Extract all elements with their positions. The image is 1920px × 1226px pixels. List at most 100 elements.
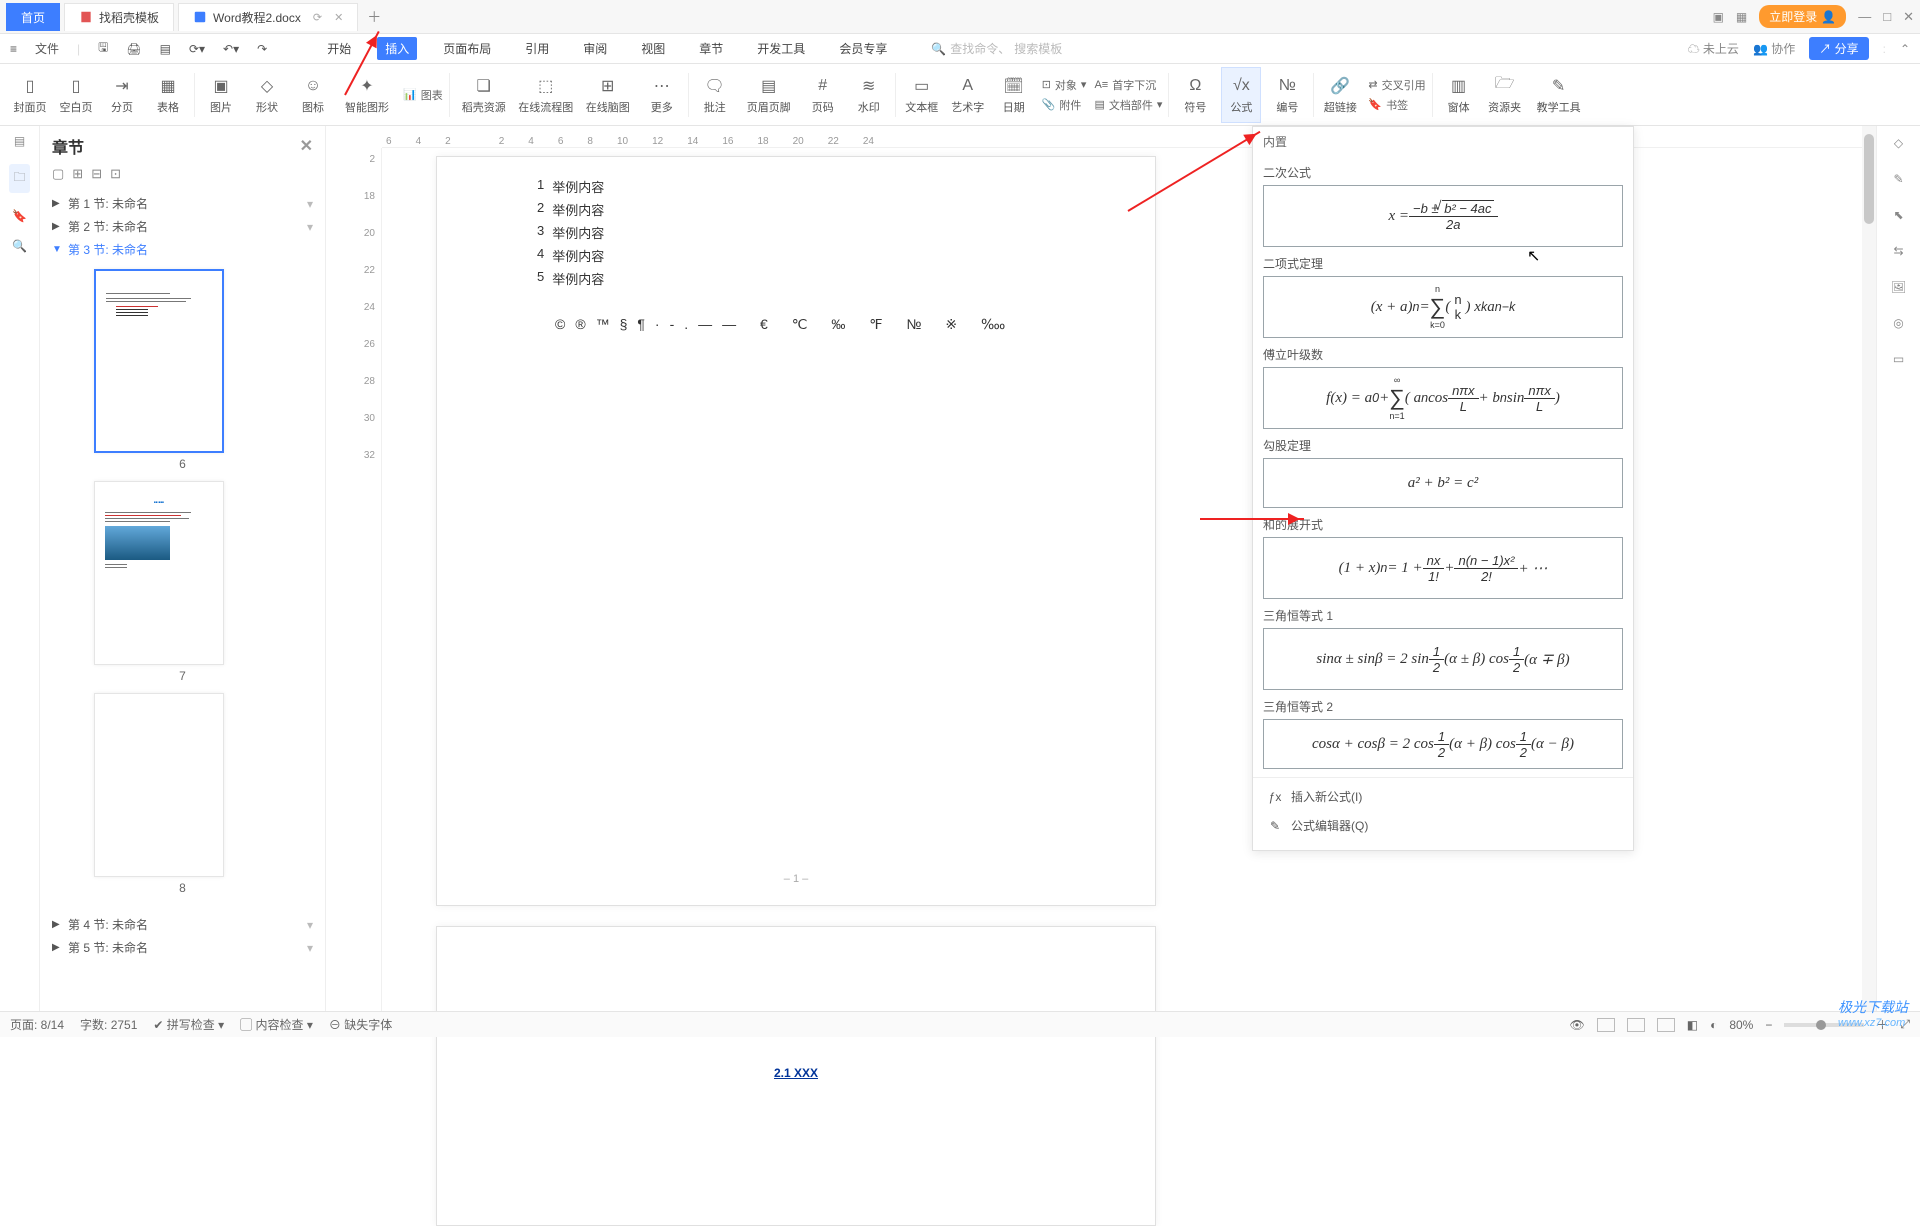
rstrip-pic-icon[interactable]: 🖼 xyxy=(1891,280,1906,294)
section-item-4[interactable]: ▶第 4 节: 未命名▾ xyxy=(40,913,325,936)
tool-mind[interactable]: ⊞在线脑图 xyxy=(580,67,636,123)
tool-comment[interactable]: 🗨批注 xyxy=(695,67,735,123)
tool-picture[interactable]: ▣图片 xyxy=(201,67,241,123)
login-button[interactable]: 立即登录 👤 xyxy=(1759,5,1846,28)
collapse-ribbon-icon[interactable]: ⌃ xyxy=(1900,42,1910,56)
eq-item-trig2[interactable]: cosα + cosβ = 2 cos12(α + β) cos12(α − β… xyxy=(1263,719,1623,769)
tool-artword[interactable]: A艺术字 xyxy=(948,67,988,123)
tab-home[interactable]: 首页 xyxy=(6,3,60,31)
status-font[interactable]: ⊖ 缺失字体 xyxy=(329,1016,392,1033)
tool-number[interactable]: №编号 xyxy=(1267,67,1307,123)
tool-flow[interactable]: ⬚在线流程图 xyxy=(518,67,574,123)
lstrip-folder-icon[interactable]: 🗀 xyxy=(9,164,29,193)
print-icon[interactable]: 🖨 xyxy=(126,42,141,56)
tool-header[interactable]: ▤页眉页脚 xyxy=(741,67,797,123)
page-canvas-1[interactable]: 1举例内容 2举例内容 3举例内容 4举例内容 5举例内容 ©®™§¶·-.——… xyxy=(436,156,1156,906)
tab-close-icon[interactable]: ✕ xyxy=(334,11,343,24)
section-item-2[interactable]: ▶第 2 节: 未命名▾ xyxy=(40,215,325,238)
tool-window[interactable]: ▥窗体 xyxy=(1439,67,1479,123)
tab-template[interactable]: 找稻壳模板 xyxy=(64,3,174,31)
page-thumb-7[interactable]: ■■ ■■■ xyxy=(94,481,224,665)
rtab-vip[interactable]: 会员专享 xyxy=(831,37,895,60)
page-canvas-2[interactable]: 第二节 XXXX 2.1 XXX xyxy=(436,926,1156,1226)
tool-icon[interactable]: ☺图标 xyxy=(293,67,333,123)
tool-xref[interactable]: ⇄交叉引用 xyxy=(1368,77,1425,93)
rtab-layout[interactable]: 页面布局 xyxy=(435,37,499,60)
refresh-icon[interactable]: ⟳▾ xyxy=(189,42,205,56)
eq-item-quadratic[interactable]: x = −b ± b² − 4ac2a xyxy=(1263,185,1623,247)
sb-op3-icon[interactable]: ⊟ xyxy=(91,166,102,182)
rstrip-pin-icon[interactable]: ◎ xyxy=(1893,316,1903,330)
grid1-icon[interactable]: ▣ xyxy=(1713,10,1724,24)
view-print-icon[interactable] xyxy=(1597,1018,1615,1032)
tool-shape[interactable]: ◇形状 xyxy=(247,67,287,123)
menu-icon[interactable]: ≡ xyxy=(10,42,17,56)
page-thumb-8[interactable] xyxy=(94,693,224,877)
sidebar-close-icon[interactable]: ✕ xyxy=(300,136,313,156)
page-thumb-6[interactable] xyxy=(94,269,224,453)
section-item-1[interactable]: ▶第 1 节: 未命名▾ xyxy=(40,192,325,215)
rstrip-book-icon[interactable]: ▭ xyxy=(1893,352,1904,366)
status-spell[interactable]: ✔ 拼写检查 ▾ xyxy=(153,1016,224,1033)
rstrip-settings-icon[interactable]: ⇆ xyxy=(1893,244,1903,258)
tool-chart[interactable]: 📊图表 xyxy=(403,87,443,103)
tool-object[interactable]: ⊡对象▾ xyxy=(1042,77,1087,93)
tool-hyperlink[interactable]: 🔗超链接 xyxy=(1320,67,1360,123)
rtab-insert[interactable]: 插入 xyxy=(377,37,417,60)
tab-doc[interactable]: Word教程2.docx ⟳ ✕ xyxy=(178,3,358,31)
view-read-icon[interactable] xyxy=(1627,1018,1645,1032)
close-button[interactable]: ✕ xyxy=(1903,9,1914,25)
grid2-icon[interactable]: ▦ xyxy=(1736,10,1747,24)
eye-icon[interactable]: 👁 xyxy=(1570,1018,1585,1032)
status-check[interactable]: ▢ 内容检查 ▾ xyxy=(240,1016,313,1033)
rtab-dev[interactable]: 开发工具 xyxy=(749,37,813,60)
focus-icon[interactable]: ◧ xyxy=(1687,1018,1698,1032)
section-item-5[interactable]: ▶第 5 节: 未命名▾ xyxy=(40,936,325,959)
lstrip-search-icon[interactable]: 🔍 xyxy=(12,239,27,253)
view-web-icon[interactable] xyxy=(1657,1018,1675,1032)
tool-cover[interactable]: ▯封面页 xyxy=(10,67,50,123)
sb-op2-icon[interactable]: ⊞ xyxy=(72,166,83,182)
tool-blank[interactable]: ▯空白页 xyxy=(56,67,96,123)
coop-button[interactable]: 👥 协作 xyxy=(1753,40,1795,57)
tool-docpart[interactable]: ▤文档部件▾ xyxy=(1094,97,1162,113)
eq-item-fourier[interactable]: f(x) = a0 + ∞∑n=1 ( an cosnπxL + bn sinn… xyxy=(1263,367,1623,429)
tool-more[interactable]: ⋯更多 xyxy=(642,67,682,123)
rtab-review[interactable]: 审阅 xyxy=(575,37,615,60)
scrollbar-vertical[interactable] xyxy=(1862,126,1876,1011)
sb-op1-icon[interactable]: ▢ xyxy=(52,166,64,182)
section-item-3[interactable]: ▼第 3 节: 未命名 xyxy=(40,238,325,261)
add-tab-button[interactable]: ＋ xyxy=(362,7,386,27)
tool-date[interactable]: 🗓日期 xyxy=(994,67,1034,123)
ruler-horizontal[interactable]: 64224681012141618202224 xyxy=(382,126,1876,148)
tool-attach[interactable]: 📎附件 xyxy=(1042,97,1087,113)
tool-bookmark[interactable]: 🔖书签 xyxy=(1368,97,1425,113)
rtab-view[interactable]: 视图 xyxy=(633,37,673,60)
status-words[interactable]: 字数: 2751 xyxy=(80,1016,137,1033)
zoom-value[interactable]: 80% xyxy=(1729,1018,1753,1032)
eq-item-trig1[interactable]: sinα ± sinβ = 2 sin12(α ± β) cos12(α ∓ β… xyxy=(1263,628,1623,690)
cloud-status[interactable]: ☁ 未上云 xyxy=(1688,40,1739,57)
sb-op4-icon[interactable]: ⊡ xyxy=(110,166,121,182)
save-icon[interactable]: 🖫 xyxy=(98,38,108,59)
tool-dropcap[interactable]: A≡首字下沉 xyxy=(1094,77,1162,93)
scrollbar-thumb[interactable] xyxy=(1864,134,1874,224)
rstrip-pen-icon[interactable]: ✎ xyxy=(1893,172,1903,186)
undo-icon[interactable]: ↶▾ xyxy=(223,42,239,56)
minimize-button[interactable]: — xyxy=(1858,9,1871,24)
tool-resource[interactable]: 🗁资源夹 xyxy=(1485,67,1525,123)
eq-item-expand[interactable]: (1 + x)n = 1 + nx1! + n(n − 1)x²2! + ⋯ xyxy=(1263,537,1623,599)
theme-icon[interactable]: ◐ xyxy=(1710,1018,1717,1032)
file-menu[interactable]: 文件 xyxy=(35,40,59,57)
eq-item-pythagoras[interactable]: a² + b² = c² xyxy=(1263,458,1623,508)
rtab-refs[interactable]: 引用 xyxy=(517,37,557,60)
rstrip-select-icon[interactable]: ⬉ xyxy=(1893,208,1903,222)
ruler-vertical[interactable]: 21820222426283032 xyxy=(326,148,382,1011)
tool-textbox[interactable]: ▭文本框 xyxy=(902,67,942,123)
print-preview-icon[interactable]: ▤ xyxy=(160,42,171,56)
tool-pagenum[interactable]: #页码 xyxy=(803,67,843,123)
lstrip-bookmark-icon[interactable]: 🔖 xyxy=(12,209,27,223)
eq-insert-new[interactable]: ƒx插入新公式(I) xyxy=(1253,782,1633,811)
status-page[interactable]: 页面: 8/14 xyxy=(10,1016,64,1033)
lstrip-toc-icon[interactable]: ▤ xyxy=(14,134,25,148)
